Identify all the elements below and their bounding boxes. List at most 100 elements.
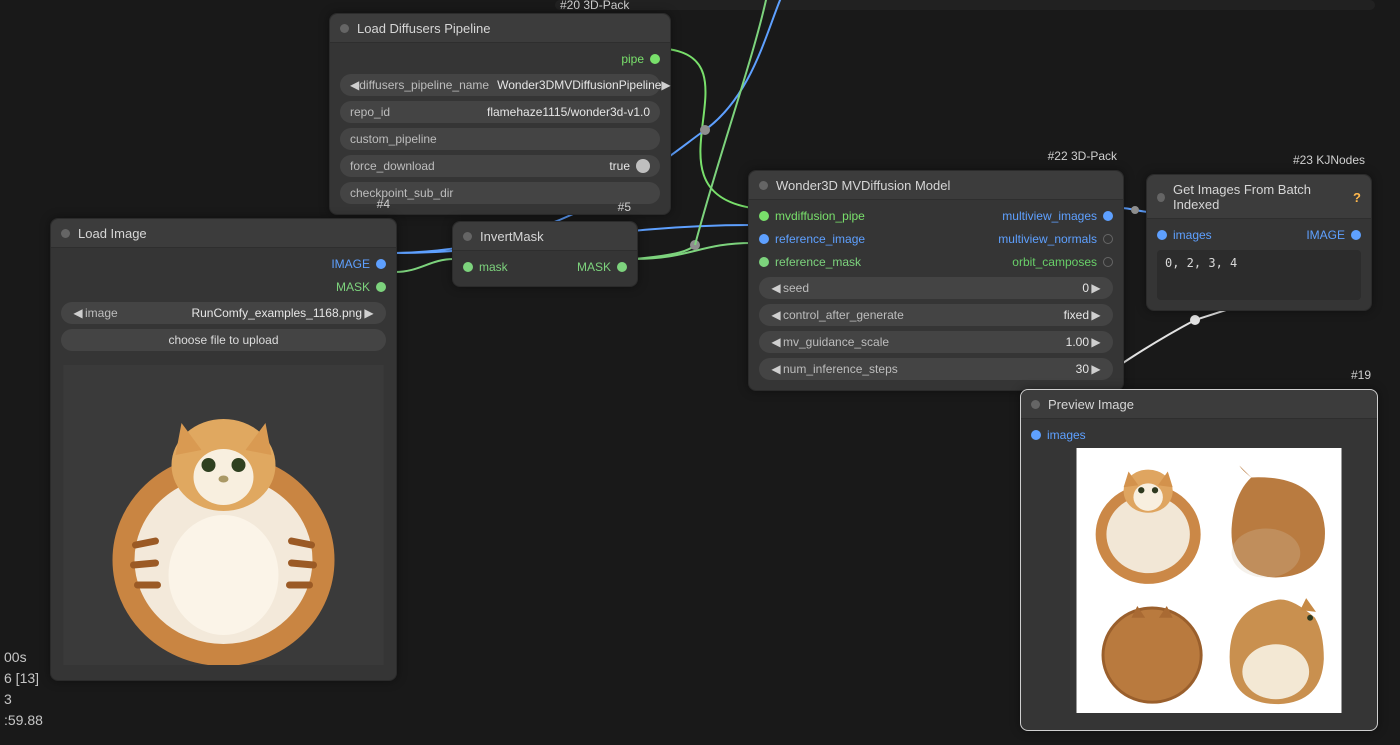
socket-icon[interactable]: [617, 262, 627, 272]
socket-icon[interactable]: [1103, 257, 1113, 267]
help-icon[interactable]: ?: [1353, 190, 1361, 205]
node-preview-image[interactable]: #19 Preview Image images: [1020, 389, 1378, 731]
chevron-right-icon[interactable]: ▶: [1089, 362, 1103, 376]
group-3dpack: [555, 0, 1375, 10]
node-title: InvertMask: [480, 229, 544, 244]
chevron-left-icon[interactable]: ◀: [769, 308, 783, 322]
widget-label: checkpoint_sub_dir: [350, 186, 453, 200]
widget-indexes[interactable]: 0, 2, 3, 4: [1157, 250, 1361, 300]
socket-icon[interactable]: [1351, 230, 1361, 240]
chevron-right-icon[interactable]: ▶: [1089, 335, 1103, 349]
widget-value: fixed: [912, 308, 1089, 322]
chevron-right-icon[interactable]: ▶: [1089, 281, 1103, 295]
collapse-dot-icon[interactable]: [463, 232, 472, 241]
output-image[interactable]: IMAGE: [331, 254, 386, 273]
collapse-dot-icon[interactable]: [340, 24, 349, 33]
widget-label: seed: [783, 281, 809, 295]
widget-label: num_inference_steps: [783, 362, 898, 376]
output-image[interactable]: IMAGE: [1306, 225, 1361, 244]
widget-value: RunComfy_examples_1168.png: [126, 306, 362, 320]
node-wonder3d[interactable]: #22 3D-Pack Wonder3D MVDiffusion Model m…: [748, 170, 1124, 391]
node-header[interactable]: Wonder3D MVDiffusion Model: [749, 171, 1123, 200]
widget-label: custom_pipeline: [350, 132, 437, 146]
input-reference-image[interactable]: reference_image: [759, 229, 865, 248]
socket-icon[interactable]: [376, 259, 386, 269]
input-mvdiffusion-pipe[interactable]: mvdiffusion_pipe: [759, 206, 865, 225]
slot-label: reference_mask: [775, 255, 861, 269]
widget-value: true: [443, 159, 630, 173]
slot-label: mask: [479, 260, 508, 274]
output-multiview-normals[interactable]: multiview_normals: [998, 229, 1113, 248]
socket-icon[interactable]: [1031, 430, 1041, 440]
input-reference-mask[interactable]: reference_mask: [759, 252, 865, 271]
output-multiview-images[interactable]: multiview_images: [998, 206, 1113, 225]
widget-checkpoint-sub-dir[interactable]: checkpoint_sub_dir: [340, 182, 660, 204]
slot-label: images: [1173, 228, 1212, 242]
widget-control-after-generate[interactable]: ◀ control_after_generate fixed ▶: [759, 304, 1113, 326]
output-orbit-camposes[interactable]: orbit_camposes: [998, 252, 1113, 271]
node-get-images-batch[interactable]: #23 KJNodes Get Images From Batch Indexe…: [1146, 174, 1372, 311]
widget-seed[interactable]: ◀ seed 0 ▶: [759, 277, 1113, 299]
slot-label: pipe: [621, 52, 644, 66]
chevron-left-icon[interactable]: ◀: [350, 78, 359, 92]
output-mask[interactable]: MASK: [577, 257, 627, 276]
collapse-dot-icon[interactable]: [759, 181, 768, 190]
node-title: Load Diffusers Pipeline: [357, 21, 490, 36]
node-header[interactable]: Get Images From Batch Indexed ?: [1147, 175, 1371, 219]
socket-icon[interactable]: [759, 234, 769, 244]
widget-custom-pipeline[interactable]: custom_pipeline: [340, 128, 660, 150]
collapse-dot-icon[interactable]: [1031, 400, 1040, 409]
collapse-dot-icon[interactable]: [1157, 193, 1165, 202]
node-invert-mask[interactable]: #5 InvertMask mask MASK: [452, 221, 638, 287]
loadimage-preview: [61, 365, 386, 670]
socket-icon[interactable]: [1103, 211, 1113, 221]
widget-value: 0: [817, 281, 1089, 295]
widget-diffusers-pipeline-name[interactable]: ◀ diffusers_pipeline_name Wonder3DMVDiff…: [340, 74, 660, 96]
socket-icon[interactable]: [1103, 234, 1113, 244]
widget-repo-id[interactable]: repo_id flamehaze1115/wonder3d-v1.0: [340, 101, 660, 123]
socket-icon[interactable]: [759, 257, 769, 267]
slot-label: multiview_images: [1002, 209, 1097, 223]
socket-icon[interactable]: [650, 54, 660, 64]
input-images[interactable]: images: [1031, 425, 1086, 444]
node-header[interactable]: Preview Image: [1021, 390, 1377, 419]
node-header[interactable]: Load Diffusers Pipeline: [330, 14, 670, 43]
widget-value: 1.00: [897, 335, 1089, 349]
socket-icon[interactable]: [463, 262, 473, 272]
chevron-left-icon[interactable]: ◀: [769, 335, 783, 349]
chevron-left-icon[interactable]: ◀: [769, 281, 783, 295]
node-header[interactable]: InvertMask: [453, 222, 637, 251]
chevron-left-icon[interactable]: ◀: [71, 306, 85, 320]
slot-label: reference_image: [775, 232, 865, 246]
node-header[interactable]: Load Image: [51, 219, 396, 248]
widget-value: flamehaze1115/wonder3d-v1.0: [398, 105, 650, 119]
slot-label: MASK: [336, 280, 370, 294]
choose-file-button[interactable]: choose file to upload: [61, 329, 386, 351]
input-mask[interactable]: mask: [463, 257, 508, 276]
toggle-ball-icon[interactable]: [636, 159, 650, 173]
widget-num-inference-steps[interactable]: ◀ num_inference_steps 30 ▶: [759, 358, 1113, 380]
socket-icon[interactable]: [759, 211, 769, 221]
widget-image-file[interactable]: ◀ image RunComfy_examples_1168.png ▶: [61, 302, 386, 324]
node-title: Wonder3D MVDiffusion Model: [776, 178, 950, 193]
chevron-left-icon[interactable]: ◀: [769, 362, 783, 376]
output-pipe[interactable]: pipe: [621, 49, 660, 68]
chevron-right-icon[interactable]: ▶: [1089, 308, 1103, 322]
input-images[interactable]: images: [1157, 225, 1212, 244]
slot-label: mvdiffusion_pipe: [775, 209, 865, 223]
chevron-right-icon[interactable]: ▶: [661, 78, 670, 92]
widget-mv-guidance-scale[interactable]: ◀ mv_guidance_scale 1.00 ▶: [759, 331, 1113, 353]
node-load-diffusers[interactable]: Load Diffusers Pipeline pipe ◀ diffusers…: [329, 13, 671, 215]
chevron-right-icon[interactable]: ▶: [362, 306, 376, 320]
collapse-dot-icon[interactable]: [61, 229, 70, 238]
node-load-image[interactable]: #4 Load Image IMAGE MASK ◀ image RunComf…: [50, 218, 397, 681]
node-badge: #19: [1351, 368, 1371, 382]
widget-force-download[interactable]: force_download true: [340, 155, 660, 177]
node-title: Load Image: [78, 226, 147, 241]
hud-line: 3: [4, 689, 43, 710]
socket-icon[interactable]: [1157, 230, 1167, 240]
socket-icon[interactable]: [376, 282, 386, 292]
slot-label: IMAGE: [1306, 228, 1345, 242]
widget-value: 30: [906, 362, 1089, 376]
output-mask[interactable]: MASK: [331, 277, 386, 296]
